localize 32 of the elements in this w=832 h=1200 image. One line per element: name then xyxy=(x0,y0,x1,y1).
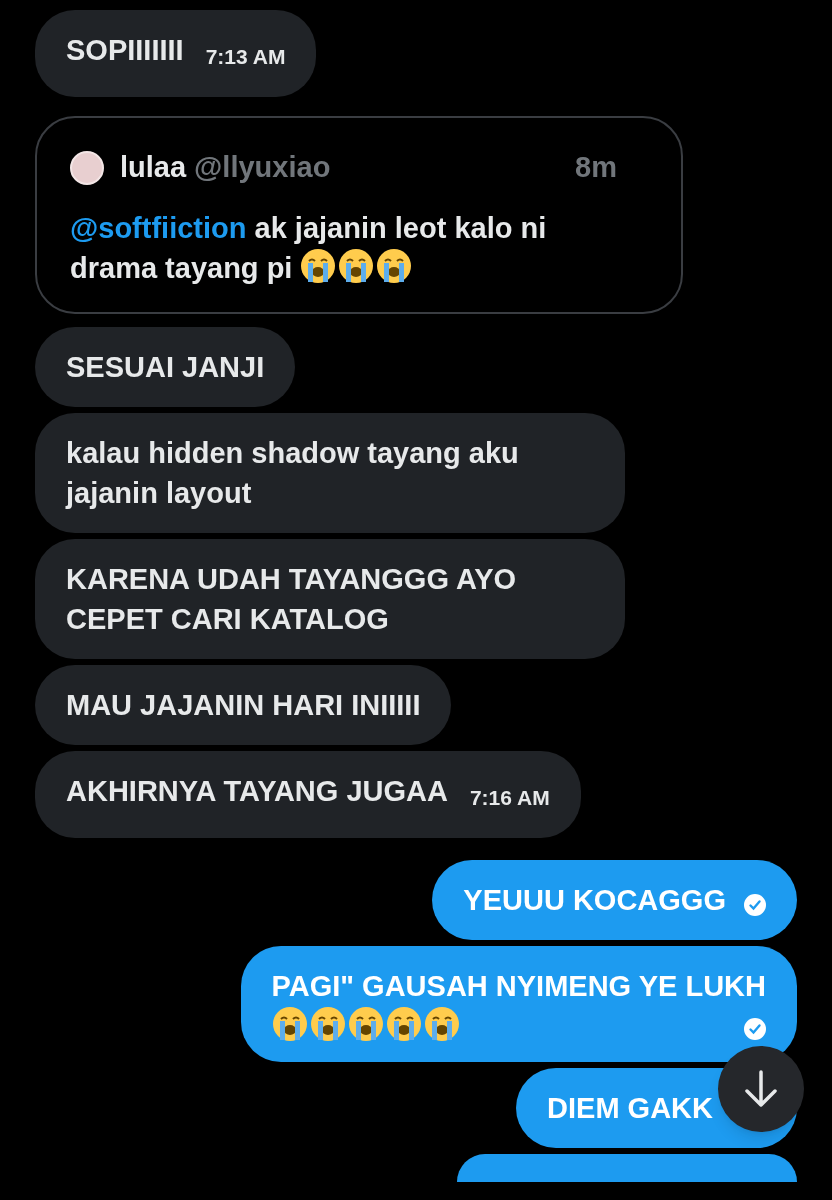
crying-face-icon xyxy=(376,247,413,284)
post-age: 8m xyxy=(575,150,617,185)
arrow-down-icon xyxy=(744,1070,778,1108)
message-time: 7:13 AM xyxy=(205,45,286,68)
crying-face-icon xyxy=(300,247,337,284)
message-bubble[interactable]: AKHIRNYA TAYANG JUGAA $_{7:16 AM}$ xyxy=(35,750,581,838)
crying-face-icon xyxy=(385,1005,422,1042)
message-time: 7:16 AM xyxy=(469,785,550,809)
message-text: kalau hidden shadow tayang aku jajanin layout xyxy=(66,436,519,509)
crying-face-icon xyxy=(271,1005,308,1042)
message-text: PAGI" GAUSAH NYIMENG YE LUKH xyxy=(271,969,766,1002)
message-text: MAU JAJANIN HARI INIIIII xyxy=(66,688,421,721)
quoted-post-card[interactable]: lulaa @llyuxiao 8m @softfiiction ak jajanin leot kalo ni drama tayang pi xyxy=(35,116,683,314)
avatar xyxy=(70,150,104,185)
message-text: SESUAI JANJI xyxy=(66,350,265,383)
message-text: KARENA UDAH TAYANGGG AYO CEPET CARI KATALOG xyxy=(66,562,517,635)
message-bubble[interactable]: MAU JAJANIN HARI INIIIII xyxy=(35,664,452,745)
message-text: SOPIIIIIII xyxy=(66,34,184,66)
message-text: AKHIRNYA TAYANG JUGAA xyxy=(66,774,448,807)
message-text: YEUUU KOCAGGG xyxy=(463,883,726,916)
crying-face-icon xyxy=(309,1005,346,1042)
mention-link[interactable]: @softfiiction xyxy=(70,211,247,244)
crying-face-icon xyxy=(338,247,375,284)
message-text: DIEM GAKK xyxy=(547,1091,713,1124)
author-name: lulaa xyxy=(120,150,187,185)
message-bubble[interactable]: KARENA UDAH TAYANGGG AYO CEPET CARI KATALOG xyxy=(35,538,625,659)
author-handle: @llyuxiao xyxy=(194,150,331,185)
message-bubble[interactable]: kalau hidden shadow tayang aku jajanin layout xyxy=(35,412,625,533)
message-bubble[interactable]: SOPIIIIIII $_{7:13 AM}$ xyxy=(35,10,317,97)
crying-face-icon xyxy=(347,1005,384,1042)
crying-face-icon xyxy=(423,1005,460,1042)
message-bubble[interactable]: SESUAI JANJI xyxy=(35,326,296,407)
